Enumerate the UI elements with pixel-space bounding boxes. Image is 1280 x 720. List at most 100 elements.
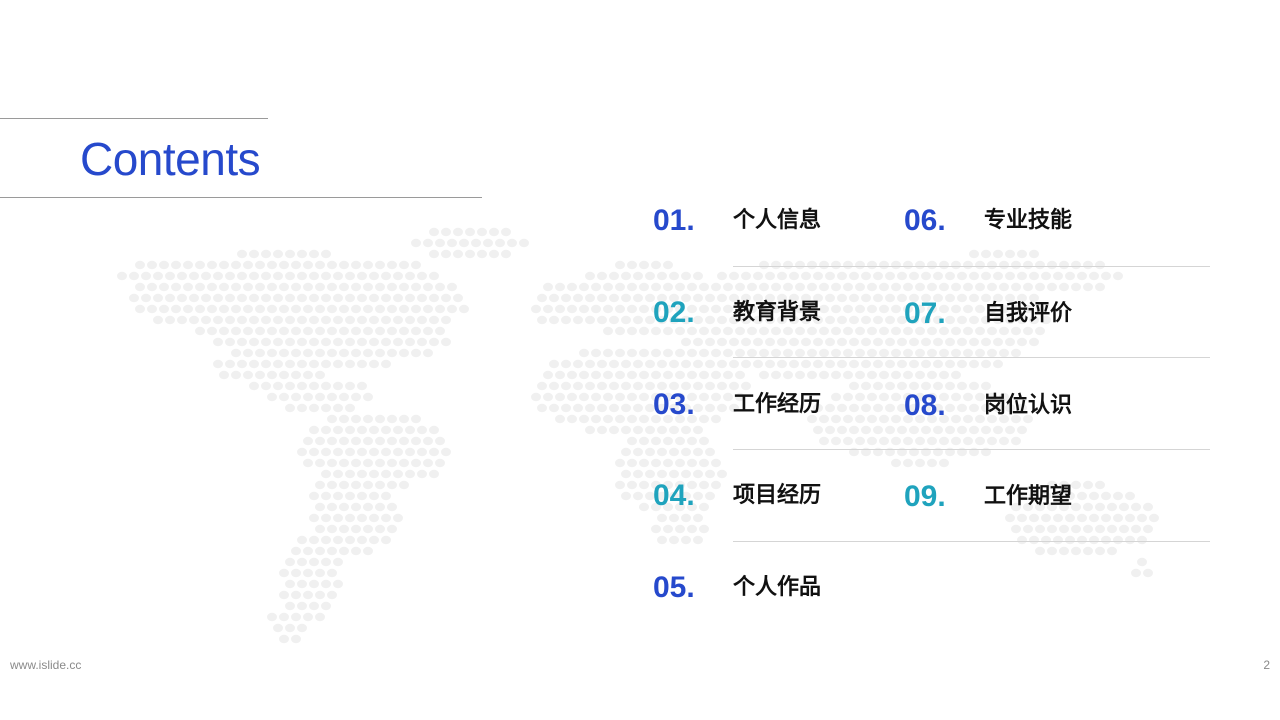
map-dot (453, 293, 463, 303)
map-dot (381, 491, 391, 501)
map-dot (327, 436, 337, 446)
map-dot (1017, 425, 1027, 435)
map-dot (597, 381, 607, 391)
map-dot (363, 282, 373, 292)
map-dot (795, 348, 805, 358)
map-dot (441, 315, 451, 325)
map-dot (903, 348, 913, 358)
map-dot (381, 315, 391, 325)
map-dot (291, 590, 301, 600)
map-dot (657, 535, 667, 545)
toc-item-07[interactable]: 07. 自我评价 (904, 294, 1144, 334)
map-dot (249, 359, 259, 369)
map-dot (807, 370, 817, 380)
map-dot (207, 282, 217, 292)
map-dot (291, 612, 301, 622)
map-dot (621, 469, 631, 479)
map-dot (939, 260, 949, 270)
map-dot (429, 337, 439, 347)
map-dot (327, 524, 337, 534)
toc-item-03[interactable]: 03. 工作经历 (653, 385, 893, 425)
map-dot (939, 348, 949, 358)
toc-item-06[interactable]: 06. 专业技能 (904, 201, 1144, 241)
map-dot (237, 249, 247, 259)
toc-item-08[interactable]: 08. 岗位认识 (904, 386, 1144, 426)
map-dot (891, 282, 901, 292)
toc-item-04[interactable]: 04. 项目经历 (653, 476, 893, 516)
map-dot (369, 469, 379, 479)
map-dot (879, 348, 889, 358)
map-dot (651, 436, 661, 446)
map-dot (201, 271, 211, 281)
map-dot (435, 326, 445, 336)
map-dot (177, 271, 187, 281)
map-dot (567, 392, 577, 402)
map-dot (327, 480, 337, 490)
map-dot (225, 293, 235, 303)
map-dot (339, 414, 349, 424)
map-dot (351, 326, 361, 336)
map-dot (477, 249, 487, 259)
map-dot (495, 238, 505, 248)
map-dot (1011, 282, 1021, 292)
map-dot (759, 370, 769, 380)
map-dot (627, 458, 637, 468)
map-dot (261, 249, 271, 259)
map-dot (657, 425, 667, 435)
toc-number: 03. (653, 388, 695, 421)
map-dot (771, 348, 781, 358)
map-dot (315, 326, 325, 336)
map-dot (225, 271, 235, 281)
map-dot (1107, 546, 1117, 556)
map-dot (927, 436, 937, 446)
map-dot (489, 249, 499, 259)
map-dot (813, 425, 823, 435)
map-dot (363, 436, 373, 446)
toc-label: 个人作品 (733, 575, 822, 600)
map-dot (279, 370, 289, 380)
map-dot (405, 293, 415, 303)
map-dot (315, 260, 325, 270)
map-dot (537, 403, 547, 413)
map-dot (213, 337, 223, 347)
toc-item-02[interactable]: 02. 教育背景 (653, 293, 893, 333)
toc-item-05[interactable]: 05. 个人作品 (653, 568, 893, 608)
toc-number: 01. (653, 204, 695, 237)
map-dot (855, 436, 865, 446)
map-dot (195, 260, 205, 270)
map-dot (543, 282, 553, 292)
toc-label: 专业技能 (984, 208, 1073, 233)
map-dot (429, 271, 439, 281)
map-dot (345, 535, 355, 545)
map-dot (843, 436, 853, 446)
map-dot (291, 260, 301, 270)
map-dot (333, 425, 343, 435)
map-dot (423, 326, 433, 336)
map-dot (279, 348, 289, 358)
map-dot (501, 249, 511, 259)
map-dot (633, 447, 643, 457)
map-dot (267, 370, 277, 380)
map-dot (831, 370, 841, 380)
map-dot (561, 403, 571, 413)
map-dot (315, 458, 325, 468)
map-dot (273, 315, 283, 325)
map-dot (1065, 271, 1075, 281)
toc-item-09[interactable]: 09. 工作期望 (904, 477, 1144, 517)
map-dot (621, 403, 631, 413)
map-dot (639, 414, 649, 424)
map-dot (993, 249, 1003, 259)
map-dot (591, 348, 601, 358)
map-dot (309, 513, 319, 523)
map-dot (369, 293, 379, 303)
map-dot (135, 282, 145, 292)
map-dot (387, 326, 397, 336)
toc-item-01[interactable]: 01. 个人信息 (653, 201, 893, 241)
map-dot (567, 304, 577, 314)
map-dot (153, 271, 163, 281)
map-dot (615, 414, 625, 424)
map-dot (681, 425, 691, 435)
map-dot (915, 348, 925, 358)
map-dot (1023, 260, 1033, 270)
map-dot (597, 293, 607, 303)
